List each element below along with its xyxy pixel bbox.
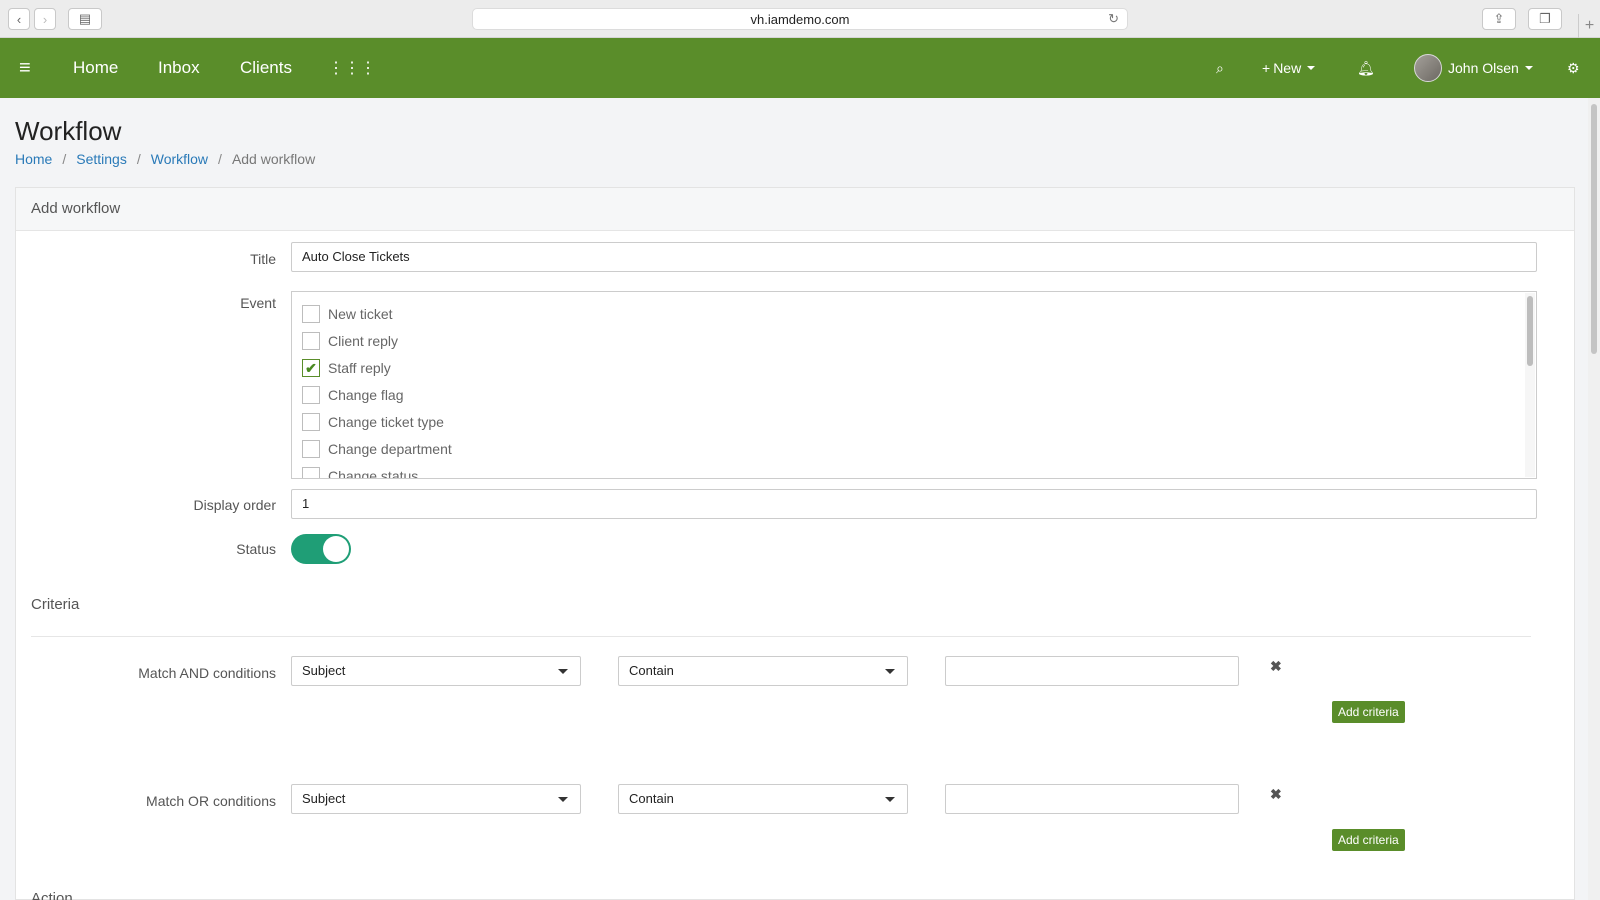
page-scrollbar-thumb[interactable] — [1591, 104, 1597, 354]
remove-icon[interactable]: ✖ — [1270, 658, 1282, 675]
checkbox[interactable] — [302, 305, 320, 323]
url-text: vh.iamdemo.com — [750, 11, 850, 27]
breadcrumb-home[interactable]: Home — [15, 151, 52, 167]
status-toggle[interactable] — [291, 534, 351, 564]
forward-icon[interactable]: › — [34, 8, 56, 30]
event-option-label: Change status — [328, 468, 419, 479]
match-and-label: Match AND conditions — [138, 665, 276, 681]
caret-down-icon — [885, 797, 895, 802]
caret-down-icon — [558, 797, 568, 802]
nav-clients[interactable]: Clients — [240, 38, 292, 98]
or-field-select[interactable]: Subject — [291, 784, 581, 814]
title-label: Title — [250, 251, 276, 267]
or-value-input[interactable] — [945, 784, 1239, 814]
check-icon: ✔ — [305, 359, 317, 376]
breadcrumb-separator: / — [62, 151, 67, 167]
new-menu-button[interactable]: + New — [1262, 38, 1316, 98]
sidebar-toggle-icon[interactable]: ▤ — [68, 8, 102, 30]
checkbox[interactable] — [302, 440, 320, 458]
menu-icon[interactable]: ≡ — [19, 38, 31, 98]
panel-heading: Add workflow — [16, 188, 1574, 231]
caret-down-icon — [885, 669, 895, 674]
remove-icon[interactable]: ✖ — [1270, 786, 1282, 803]
page-title: Workflow — [15, 116, 122, 146]
event-option[interactable]: Change ticket type — [302, 412, 444, 432]
and-value-input[interactable] — [945, 656, 1239, 686]
breadcrumb-workflow[interactable]: Workflow — [151, 151, 208, 167]
event-option-label: Change department — [328, 441, 452, 457]
checkbox[interactable] — [302, 386, 320, 404]
event-option[interactable]: Change flag — [302, 385, 404, 405]
event-option[interactable]: New ticket — [302, 304, 393, 324]
breadcrumb: Home / Settings / Workflow / Add workflo… — [15, 151, 315, 167]
event-option-label: Staff reply — [328, 360, 391, 376]
chevron-down-icon — [1524, 66, 1533, 70]
user-name: John Olsen — [1448, 60, 1519, 76]
browser-toolbar: ‹ › ▤ vh.iamdemo.com ↻ ⇪ ❐ + — [0, 0, 1600, 38]
add-workflow-panel: Add workflow Title Auto Close Tickets Ev… — [15, 187, 1575, 900]
title-input[interactable]: Auto Close Tickets — [291, 242, 1537, 272]
address-bar[interactable]: vh.iamdemo.com ↻ — [472, 8, 1128, 30]
display-order-label: Display order — [193, 497, 276, 513]
event-option[interactable]: Change status — [302, 466, 419, 479]
and-field-select[interactable]: Subject — [291, 656, 581, 686]
display-order-input[interactable]: 1 — [291, 489, 1537, 519]
apps-grid-icon[interactable]: ⋮⋮⋮ — [328, 38, 376, 98]
breadcrumb-current: Add workflow — [231, 151, 316, 167]
add-criteria-button[interactable]: Add criteria — [1332, 829, 1405, 851]
breadcrumb-settings[interactable]: Settings — [76, 151, 127, 167]
avatar — [1414, 54, 1442, 82]
status-label: Status — [236, 541, 276, 557]
gear-icon[interactable]: ⚙ — [1567, 38, 1580, 98]
checkbox[interactable] — [302, 467, 320, 478]
top-navbar: ≡ Home Inbox Clients ⋮⋮⋮ ⌕ + New 🔔︎ John… — [0, 38, 1600, 98]
select-value: Contain — [629, 663, 674, 678]
chevron-down-icon — [1307, 66, 1316, 70]
event-option-label: New ticket — [328, 306, 393, 322]
event-option-label: Client reply — [328, 333, 399, 349]
or-operator-select[interactable]: Contain — [618, 784, 908, 814]
action-heading: Action — [31, 890, 73, 900]
nav-inbox[interactable]: Inbox — [158, 38, 200, 98]
checkbox[interactable] — [302, 332, 320, 350]
divider — [31, 636, 1531, 637]
reload-icon[interactable]: ↻ — [1108, 11, 1119, 27]
plus-icon: + — [1262, 60, 1271, 76]
tabs-icon[interactable]: ❐ — [1528, 8, 1562, 30]
search-icon[interactable]: ⌕ — [1216, 38, 1224, 98]
select-value: Contain — [629, 791, 674, 806]
breadcrumb-separator: / — [218, 151, 222, 167]
event-option-label: Change flag — [328, 387, 404, 403]
checkbox[interactable] — [302, 413, 320, 431]
event-option[interactable]: ✔ Staff reply — [302, 358, 391, 378]
match-or-label: Match OR conditions — [146, 793, 276, 809]
event-label: Event — [240, 295, 276, 311]
caret-down-icon — [558, 669, 568, 674]
breadcrumb-separator: / — [136, 151, 141, 167]
event-option-label: Change ticket type — [328, 414, 444, 430]
and-operator-select[interactable]: Contain — [618, 656, 908, 686]
criteria-heading: Criteria — [31, 596, 80, 613]
checkbox-checked[interactable]: ✔ — [302, 359, 320, 377]
event-option[interactable]: Client reply — [302, 331, 398, 351]
add-criteria-button[interactable]: Add criteria — [1332, 701, 1405, 723]
nav-home[interactable]: Home — [73, 38, 118, 98]
select-value: Subject — [302, 791, 346, 806]
select-value: Subject — [302, 663, 346, 678]
back-icon[interactable]: ‹ — [8, 8, 30, 30]
event-checklist[interactable]: New ticket Client reply ✔ Staff reply Ch… — [291, 291, 1537, 479]
user-menu[interactable]: John Olsen — [1414, 38, 1533, 98]
new-tab-icon[interactable]: + — [1578, 14, 1600, 38]
new-menu-label: New — [1273, 60, 1302, 76]
bell-icon[interactable]: 🔔︎ — [1357, 38, 1375, 98]
share-icon[interactable]: ⇪ — [1482, 8, 1516, 30]
toggle-knob — [323, 536, 349, 562]
event-option[interactable]: Change department — [302, 439, 452, 459]
event-scrollbar-thumb[interactable] — [1527, 296, 1533, 366]
